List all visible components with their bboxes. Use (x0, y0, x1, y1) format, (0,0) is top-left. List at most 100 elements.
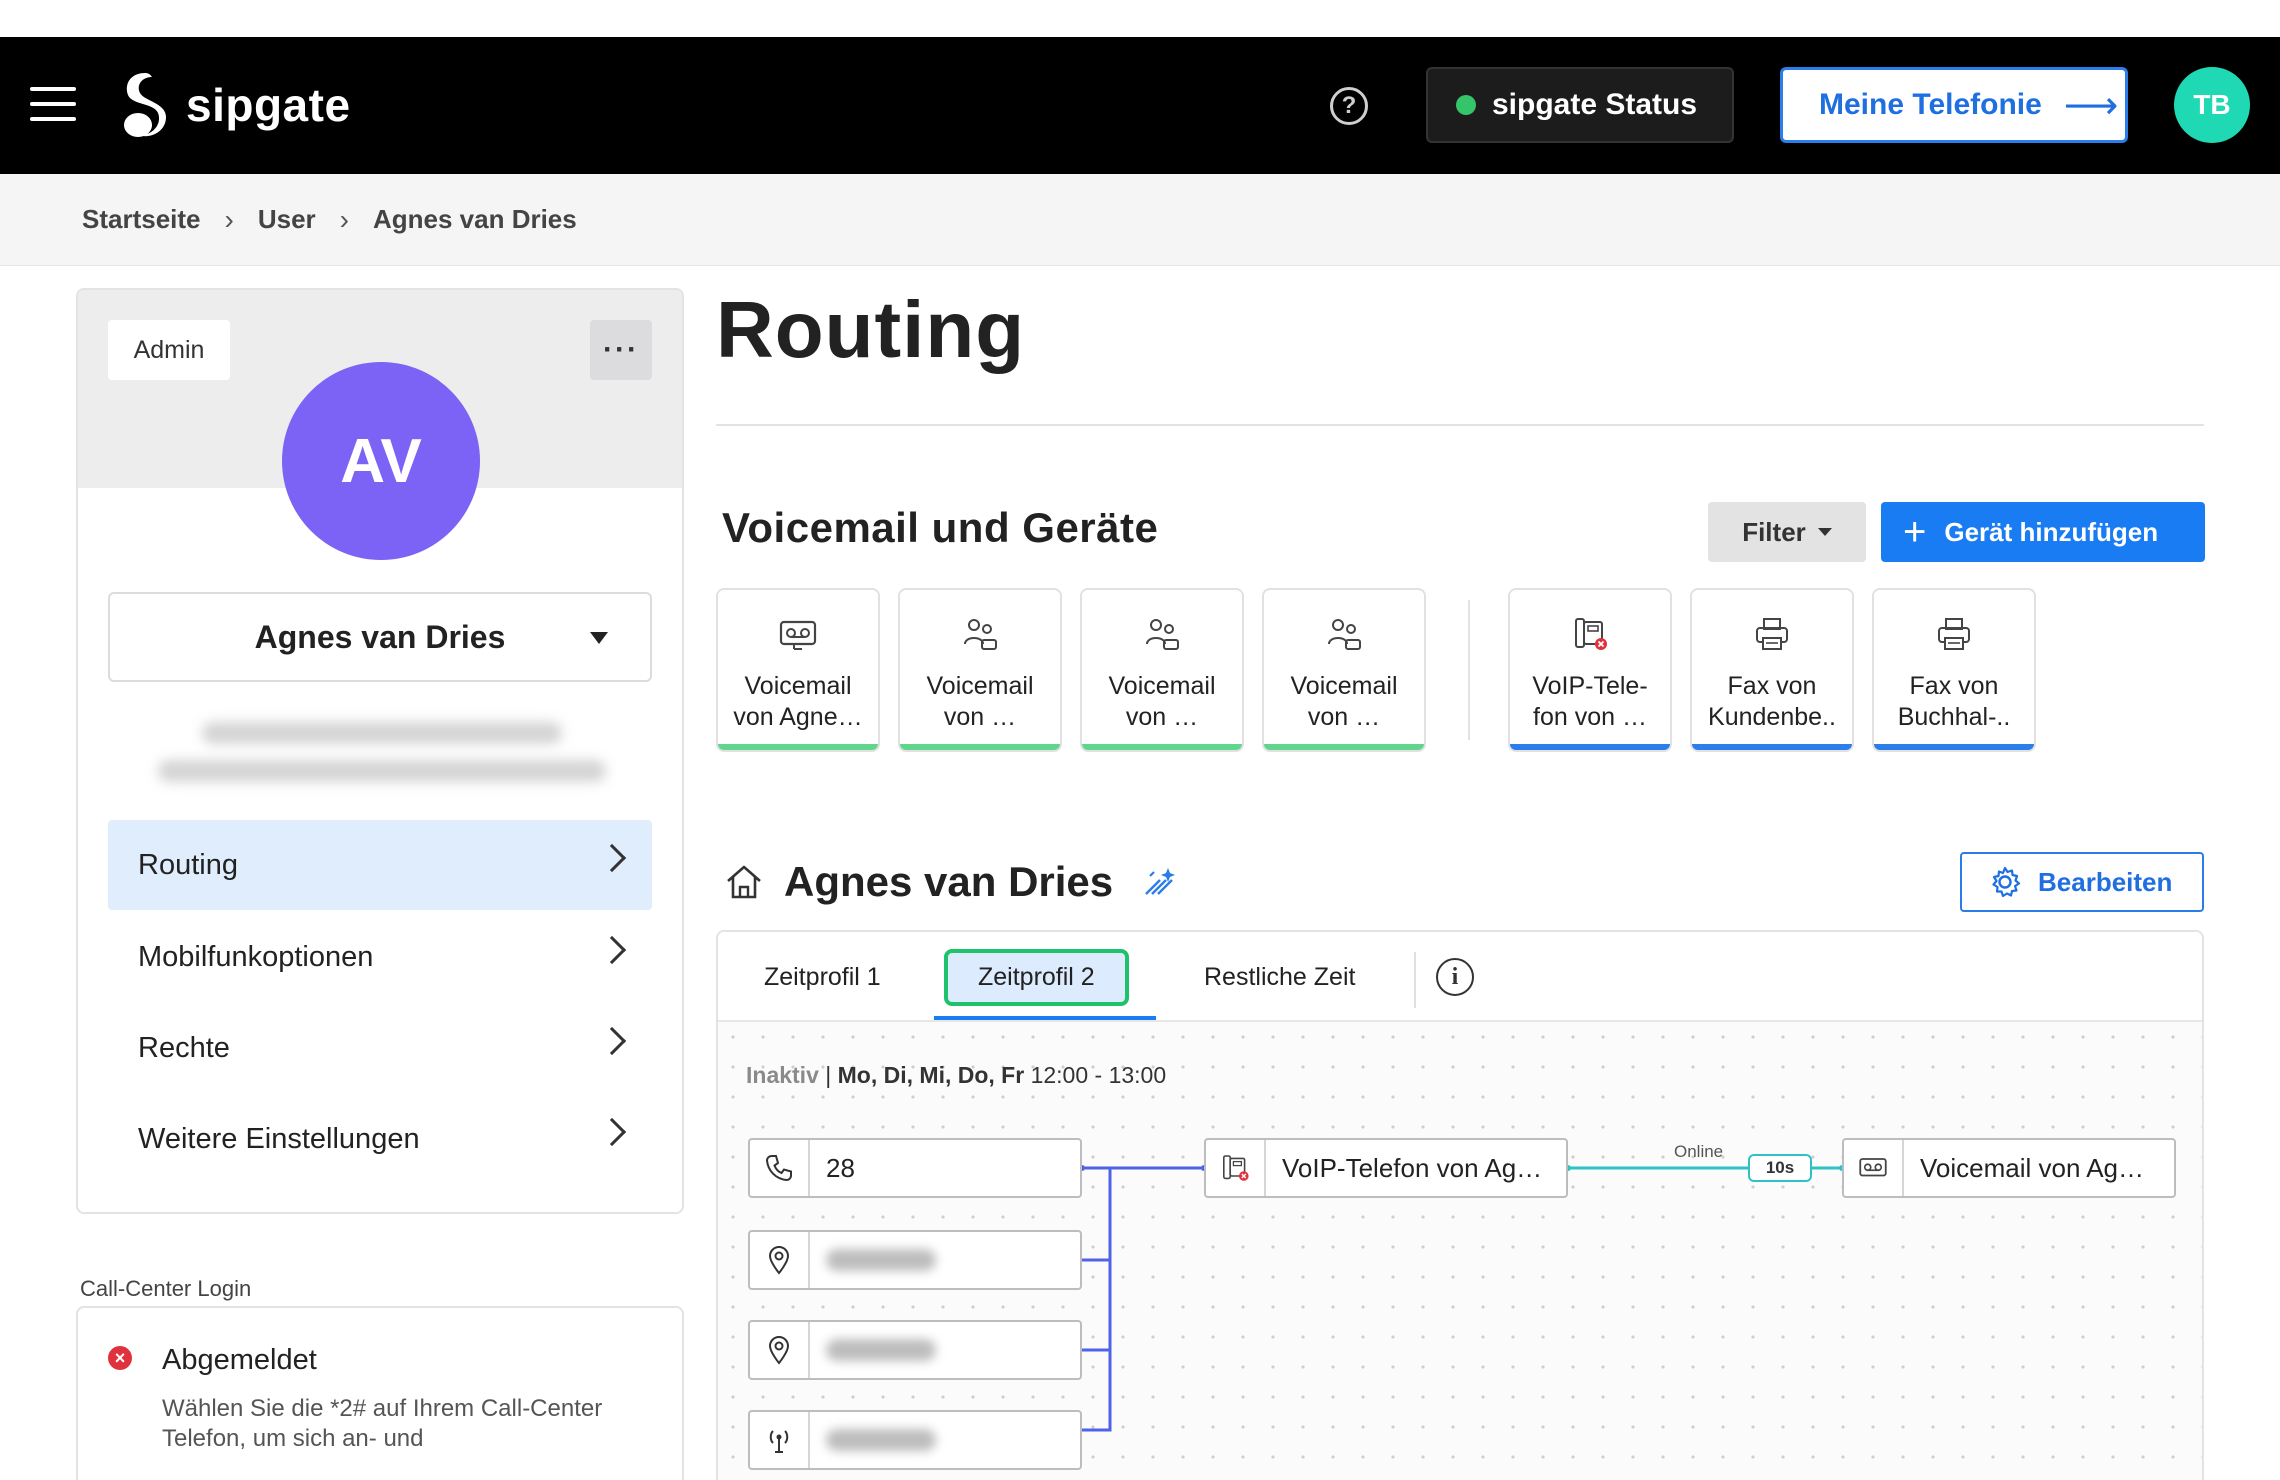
flow-node-fallback-voicemail[interactable]: Voicemail von Ag… (1842, 1138, 2176, 1198)
nav-item-mobilfunkoptionen[interactable]: Mobilfunkoptionen (108, 912, 652, 1002)
page: sipgate ? sipgate Status Meine Telefonie… (0, 0, 2280, 1480)
divider (716, 424, 2204, 426)
gear-icon (1992, 866, 2021, 898)
nav-item-label: Mobilfunkoptionen (138, 940, 374, 973)
nav-item-routing[interactable]: Routing (108, 820, 652, 910)
device-status-bar (1692, 744, 1852, 750)
user-avatar-large: AV (282, 362, 480, 560)
edit-routing-button[interactable]: Bearbeiten (1960, 852, 2204, 912)
ring-delay-badge[interactable]: 10s (1748, 1154, 1812, 1182)
sipgate-logo[interactable]: sipgate (118, 69, 351, 141)
breadcrumb-user[interactable]: User (258, 204, 316, 235)
chevron-right-icon (597, 843, 627, 873)
ai-routing-icon[interactable] (1142, 864, 1180, 902)
call-center-card: × Abgemeldet Wählen Sie die *2# auf Ihre… (76, 1306, 684, 1480)
brand-name: sipgate (186, 79, 351, 131)
flow-node-target-device[interactable]: VoIP-Telefon von Ag… (1204, 1138, 1568, 1198)
antenna-icon (750, 1412, 810, 1468)
device-status-bar (1510, 744, 1670, 750)
location-pin-icon (750, 1232, 810, 1288)
blurred-number (826, 1429, 936, 1451)
add-device-button[interactable]: + Gerät hinzufügen (1881, 502, 2205, 562)
sipgate-status-label: sipgate Status (1492, 88, 1698, 121)
user-select-dropdown[interactable]: Agnes van Dries (108, 592, 652, 682)
selected-user: Agnes van Dries (254, 618, 506, 655)
user-avatar[interactable]: TB (2174, 67, 2250, 143)
device-tile-fax[interactable]: Fax von Buchhal-.. (1872, 588, 2036, 752)
group-voicemail-icon (1328, 619, 1361, 650)
nav-item-label: Rechte (138, 1031, 230, 1064)
nav-item-label: Weitere Einstellungen (138, 1122, 420, 1155)
device-status-bar (1082, 744, 1242, 750)
device-status-bar (1264, 744, 1424, 750)
flow-node-location-number[interactable] (748, 1320, 1082, 1380)
routing-profile-name: Agnes van Dries (784, 858, 1114, 905)
fax-icon (1756, 618, 1788, 650)
device-tile-group-voicemail[interactable]: Voicemail von … (898, 588, 1062, 752)
device-tile-group-voicemail[interactable]: Voicemail von … (1262, 588, 1426, 752)
chevron-right-icon (597, 1026, 627, 1056)
device-tile-voicemail[interactable]: Voicemail von Agne… (716, 588, 880, 752)
voicemail-icon (779, 620, 817, 650)
device-tile-label: Fax von Buchhal-.. (1897, 672, 2011, 731)
sipgate-logo-mark-icon (124, 73, 166, 137)
home-icon (727, 865, 761, 899)
device-tile-fax[interactable]: Fax von Kundenbe.. (1690, 588, 1854, 752)
help-icon[interactable]: ? (1330, 87, 1368, 125)
device-tile-voip-phone[interactable]: VoIP-Tele-fon von … (1508, 588, 1672, 752)
device-status-bar (718, 744, 878, 750)
group-voicemail-icon (964, 619, 997, 650)
tile-separator (1468, 600, 1470, 740)
blurred-number (826, 1249, 936, 1271)
device-tile-label: VoIP-Tele-fon von … (1532, 672, 1648, 731)
blurred-address (158, 760, 606, 782)
status-dot-icon (1456, 95, 1476, 115)
caret-down-icon (590, 632, 608, 644)
call-center-section-label: Call-Center Login (80, 1276, 252, 1301)
meine-telefonie-label: Meine Telefonie (1819, 88, 2042, 121)
nav-item-rechte[interactable]: Rechte (108, 1003, 652, 1093)
sipgate-status-button[interactable]: sipgate Status (1426, 67, 1734, 143)
top-bar: sipgate ? sipgate Status Meine Telefonie… (0, 37, 2280, 174)
location-pin-icon (750, 1322, 810, 1378)
nav-item-weitere-einstellungen[interactable]: Weitere Einstellungen (108, 1094, 652, 1184)
blurred-email (202, 722, 562, 744)
chevron-right-icon (597, 935, 627, 965)
arrow-right-icon: ⟶ (2063, 84, 2119, 127)
page-title: Routing (716, 285, 1026, 374)
voip-phone-offline-icon (1206, 1140, 1266, 1196)
breadcrumb-startseite[interactable]: Startseite (82, 204, 201, 235)
device-status-bar (1874, 744, 2034, 750)
filter-button[interactable]: Filter (1708, 502, 1866, 562)
menu-icon[interactable] (30, 87, 76, 121)
flow-node-mobile-number[interactable] (748, 1410, 1082, 1470)
meine-telefonie-button[interactable]: Meine Telefonie ⟶ (1780, 67, 2128, 143)
user-card: Admin ··· AV Agnes van Dries Routing Mob… (76, 288, 684, 1214)
chevron-right-icon (597, 1117, 627, 1147)
filter-label: Filter (1742, 516, 1806, 547)
device-tile-label: Voicemail von … (1108, 672, 1216, 731)
flow-node-location-number[interactable] (748, 1230, 1082, 1290)
device-tile-label: Voicemail von … (926, 672, 1034, 731)
blurred-number (826, 1339, 936, 1361)
device-tile-label: Fax von Kundenbe.. (1708, 672, 1836, 731)
group-voicemail-icon (1146, 619, 1179, 650)
plus-icon: + (1903, 510, 1927, 554)
more-options-icon[interactable]: ··· (590, 320, 652, 380)
voicemail-icon (1844, 1140, 1904, 1196)
device-tile-group-voicemail[interactable]: Voicemail von … (1080, 588, 1244, 752)
caret-down-icon (1817, 528, 1832, 536)
add-device-label: Gerät hinzufügen (1944, 516, 2159, 547)
logged-out-icon: × (108, 1346, 132, 1370)
fallback-voicemail-text: Voicemail von Ag… (1920, 1152, 2145, 1183)
fax-icon (1938, 618, 1970, 650)
devices-section-title: Voicemail und Geräte (722, 504, 1159, 551)
flow-node-source-number[interactable]: 28 (748, 1138, 1082, 1198)
flow-connectors (1079, 1165, 1845, 1432)
breadcrumb-current: Agnes van Dries (372, 204, 577, 234)
device-status-bar (900, 744, 1060, 750)
call-center-hint: Wählen Sie die *2# auf Ihrem Call-Center… (162, 1395, 603, 1452)
target-device-text: VoIP-Telefon von Ag… (1282, 1152, 1543, 1183)
routing-flow-panel: Zeitprofil 1 Zeitprofil 2 Restliche Zeit… (716, 930, 2204, 1480)
device-tile-label: Voicemail von … (1290, 672, 1398, 731)
